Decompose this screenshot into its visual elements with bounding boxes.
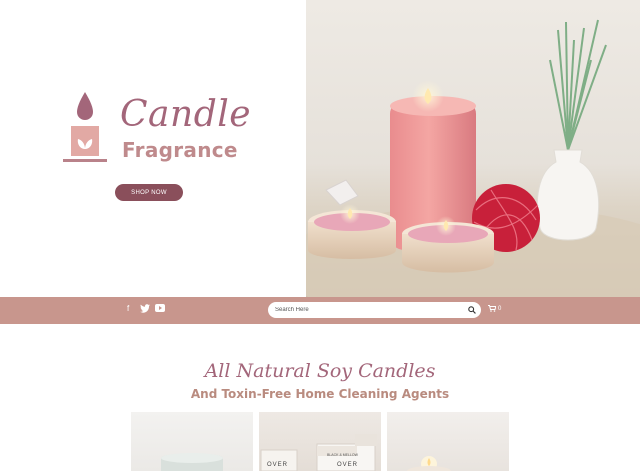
cart-button[interactable]: 0	[488, 305, 501, 312]
section-subtitle: And Toxin-Free Home Cleaning Agents	[190, 387, 450, 401]
cart-icon	[488, 305, 496, 312]
product-2-label-left: OVER	[267, 462, 289, 468]
candle-logo-icon	[63, 92, 107, 162]
product-card-2[interactable]: BLACK & MELLOW OVER OVER	[259, 412, 381, 471]
hero-image	[306, 0, 640, 297]
twitter-icon[interactable]	[140, 304, 150, 313]
brand-name-line2: Fragrance	[122, 138, 238, 162]
cart-count: 0	[498, 305, 502, 312]
search-box	[268, 302, 481, 318]
product-card-3[interactable]	[387, 412, 509, 471]
product-card-1[interactable]	[131, 412, 253, 471]
candles-photo	[306, 19, 640, 297]
hero-banner: Candle Fragrance SHOP NOW	[0, 0, 640, 297]
youtube-icon[interactable]	[155, 304, 165, 312]
shop-now-button[interactable]: SHOP NOW	[115, 184, 183, 201]
search-input[interactable]	[275, 302, 465, 318]
section-title: All Natural Soy Candles	[204, 360, 436, 382]
hero-brand-panel: Candle Fragrance SHOP NOW	[0, 0, 306, 297]
facebook-icon[interactable]: f	[127, 303, 129, 315]
product-image-3	[407, 456, 451, 471]
search-icon[interactable]	[468, 306, 476, 314]
brand-name-line1: Candle	[120, 94, 252, 135]
product-2-label-right: OVER	[337, 462, 359, 468]
product-2-label-top: BLACK & MELLOW	[327, 453, 358, 457]
product-image-1	[161, 453, 223, 471]
